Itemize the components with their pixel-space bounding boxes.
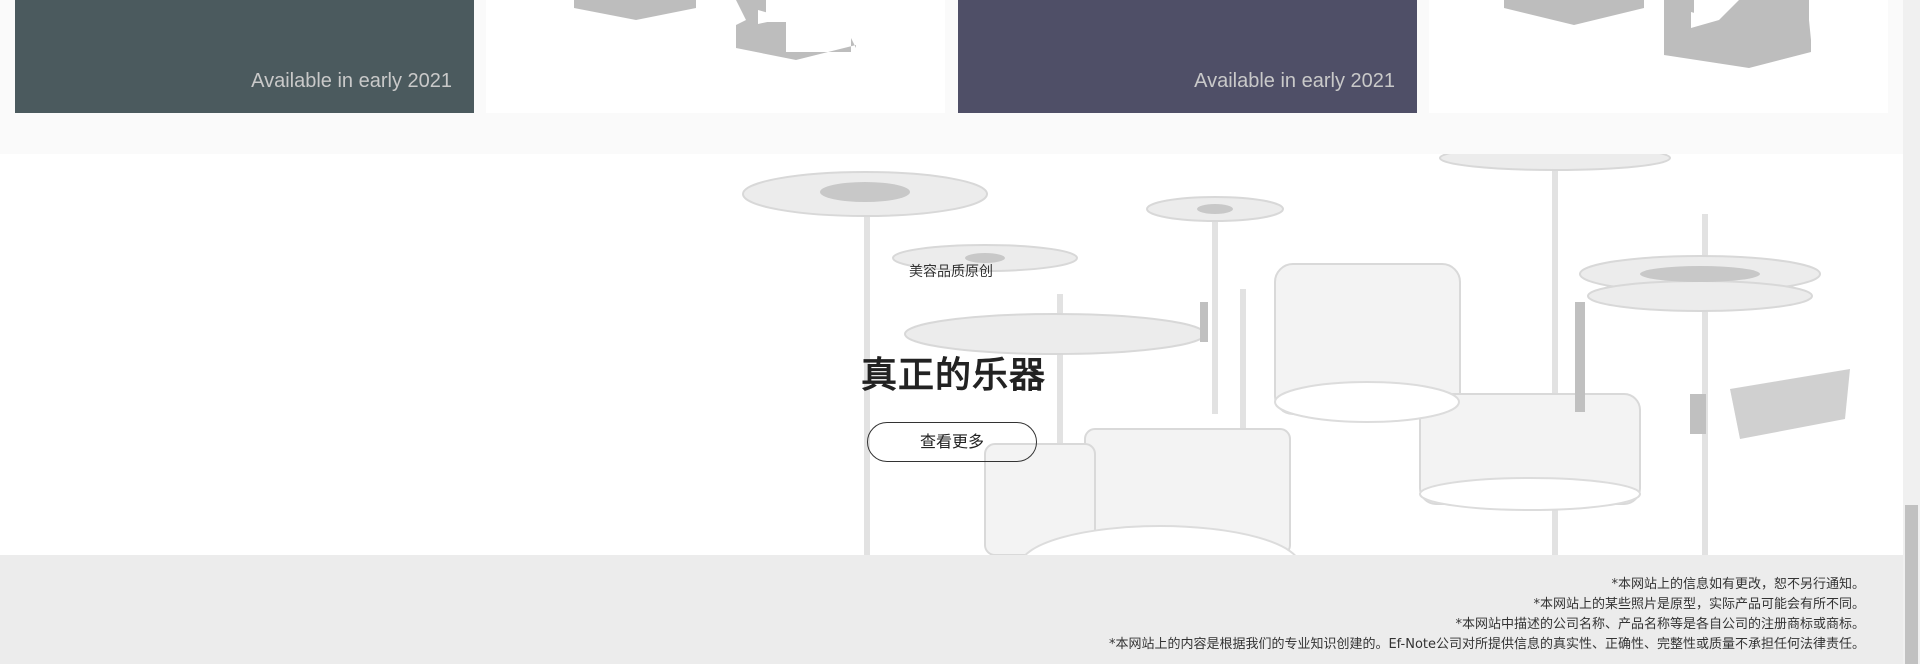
product-card[interactable]: Available in early 2021 [15,0,474,113]
hero-title: 真正的乐器 [861,355,1047,396]
view-more-button[interactable]: 查看更多 [867,422,1037,462]
scrollbar-thumb[interactable] [1905,505,1918,664]
hero-subtitle: 美容品质原创 [909,264,993,280]
product-card[interactable] [1429,0,1888,113]
disclaimer-line: *本网站上的信息如有更改，恕不另行通知。 [1611,577,1865,592]
disclaimer-line: *本网站上的内容是根据我们的专业知识创建的。Ef-Note公司对所提供信息的真实… [1108,637,1865,652]
product-card[interactable]: Available in early 2021 [958,0,1417,113]
disclaimer-line: *本网站上的某些照片是原型，实际产品可能会有所不同。 [1533,597,1865,612]
product-image [574,0,856,60]
availability-note: Available in early 2021 [1194,70,1395,92]
availability-note: Available in early 2021 [251,70,452,92]
footer: *本网站上的信息如有更改，恕不另行通知。 *本网站上的某些照片是原型，实际产品可… [0,555,1903,664]
product-image [1504,0,1811,68]
product-card[interactable] [486,0,945,113]
product-strip: Available in early 2021 Available in ear… [0,0,1903,154]
disclaimer-list: *本网站上的信息如有更改，恕不另行通知。 *本网站上的某些照片是原型，实际产品可… [1109,575,1865,655]
vertical-scrollbar[interactable] [1903,0,1920,664]
hero-section: 美容品质原创 真正的乐器 查看更多 [0,154,1903,555]
disclaimer-line: *本网站中描述的公司名称、产品名称等是各自公司的注册商标或商标。 [1455,617,1865,632]
